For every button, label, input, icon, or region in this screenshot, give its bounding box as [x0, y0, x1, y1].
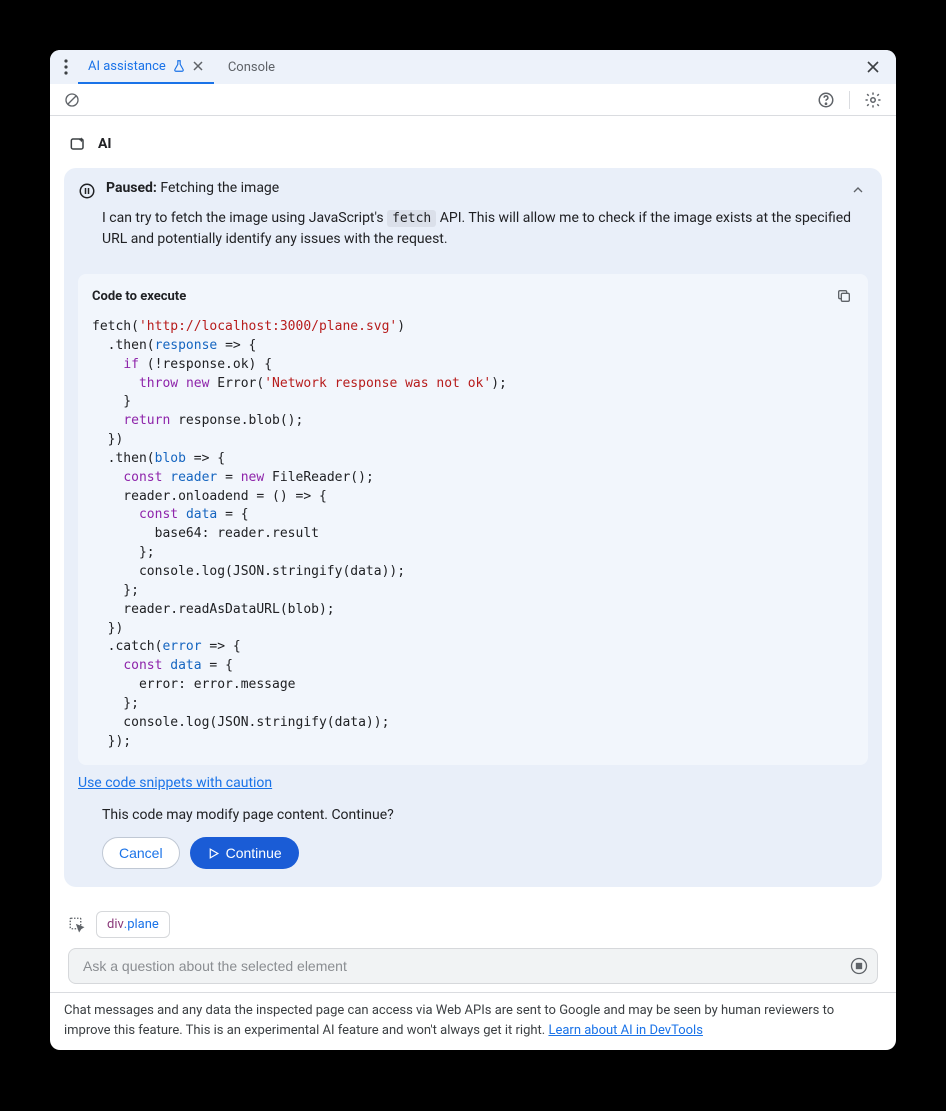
caution-bar: Use code snippets with caution — [78, 765, 868, 801]
card-header: Paused: Fetching the image — [64, 168, 882, 200]
content-area: AI Paused: Fetching the image I can try … — [50, 116, 896, 992]
sub-toolbar — [50, 84, 896, 116]
body-text-pre: I can try to fetch the image using JavaS… — [102, 210, 387, 226]
tab-console[interactable]: Console — [218, 50, 285, 84]
settings-icon[interactable] — [860, 87, 886, 113]
status-label: Paused: — [106, 180, 157, 196]
code-box-header: Code to execute — [78, 274, 868, 314]
element-selector-row: div.plane — [64, 887, 882, 948]
pause-icon — [78, 182, 96, 200]
devtools-window: AI assistance Console — [50, 50, 896, 1050]
continue-button[interactable]: Continue — [190, 837, 299, 869]
copy-icon[interactable] — [832, 284, 856, 308]
ai-section-header: AI — [64, 134, 882, 168]
chevron-up-icon[interactable] — [848, 180, 868, 200]
action-buttons: Cancel Continue — [64, 837, 882, 887]
card-body: I can try to fetch the image using JavaS… — [64, 200, 882, 264]
continue-prompt: This code may modify page content. Conti… — [64, 801, 882, 837]
ask-input-container — [68, 948, 878, 984]
caution-link[interactable]: Use code snippets with caution — [78, 775, 272, 791]
status-text: Fetching the image — [160, 180, 279, 196]
footer-text: Chat messages and any data the inspected… — [64, 1003, 834, 1038]
inline-code: fetch — [387, 210, 436, 227]
chip-tag: div — [107, 917, 124, 932]
continue-label: Continue — [226, 845, 282, 861]
code-box: Code to execute fetch('http://localhost:… — [78, 274, 868, 765]
input-row — [64, 948, 882, 992]
tab-label: Console — [228, 60, 275, 75]
footer-link[interactable]: Learn about AI in DevTools — [548, 1023, 702, 1038]
clear-icon[interactable] — [60, 88, 84, 112]
tab-label: AI assistance — [88, 59, 166, 74]
ai-label: AI — [98, 136, 112, 152]
play-icon — [207, 847, 220, 860]
tab-ai-assistance[interactable]: AI assistance — [78, 50, 214, 84]
more-menu-icon[interactable] — [58, 55, 74, 79]
tab-bar: AI assistance Console — [50, 50, 896, 84]
card-title: Paused: Fetching the image — [106, 180, 838, 196]
ai-sparkle-icon — [68, 134, 88, 154]
code-box-title: Code to execute — [92, 289, 186, 304]
ai-message-card: Paused: Fetching the image I can try to … — [64, 168, 882, 887]
close-tab-icon[interactable] — [192, 60, 204, 72]
close-panel-icon[interactable] — [858, 56, 888, 78]
help-icon[interactable] — [813, 87, 839, 113]
cancel-button[interactable]: Cancel — [102, 837, 180, 869]
element-chip[interactable]: div.plane — [96, 911, 170, 938]
flask-icon — [172, 59, 186, 73]
chip-class: .plane — [124, 917, 159, 932]
select-element-icon[interactable] — [68, 916, 86, 934]
ask-input[interactable] — [81, 957, 837, 975]
code-content[interactable]: fetch('http://localhost:3000/plane.svg')… — [78, 314, 868, 765]
footer-disclaimer: Chat messages and any data the inspected… — [50, 992, 896, 1050]
stop-icon[interactable] — [849, 956, 869, 976]
